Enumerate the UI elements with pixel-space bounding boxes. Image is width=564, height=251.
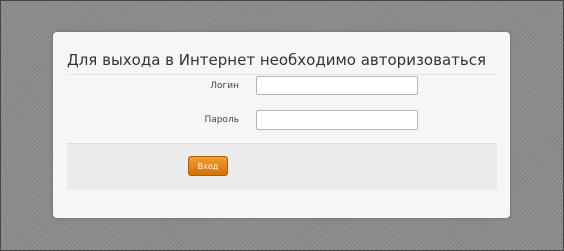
- page-title: Для выхода в Интернет необходимо авториз…: [67, 51, 486, 69]
- form-footer: Вход: [67, 143, 497, 190]
- login-button[interactable]: Вход: [188, 156, 228, 176]
- title-divider: [67, 74, 497, 75]
- login-label: Логин: [210, 81, 239, 91]
- login-panel: Для выхода в Интернет необходимо авториз…: [53, 32, 510, 218]
- password-label: Пароль: [204, 115, 239, 125]
- password-input[interactable]: [256, 110, 418, 130]
- login-input[interactable]: [256, 76, 418, 95]
